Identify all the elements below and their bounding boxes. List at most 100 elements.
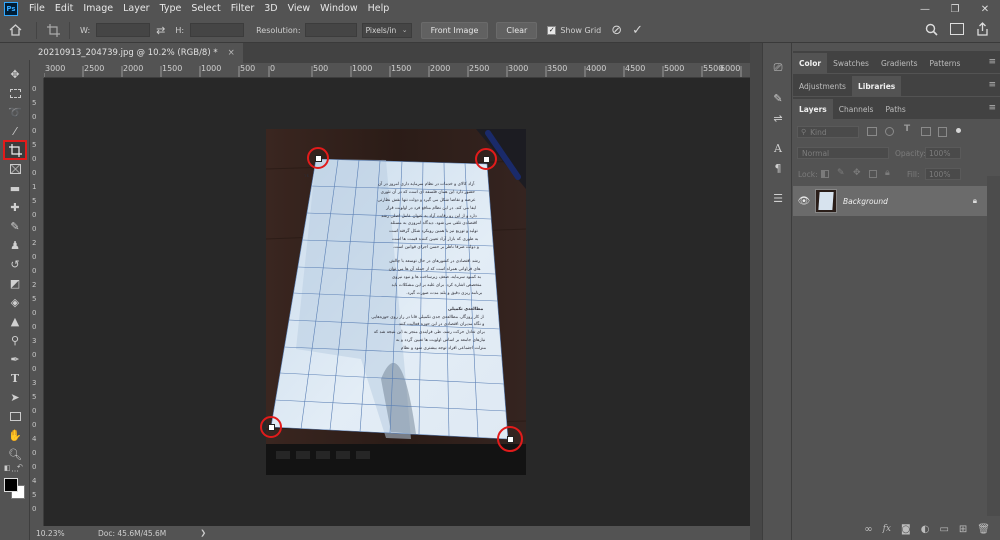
canvas-area[interactable]: ١٤ آزاد کالای و خدمات در نظام سرمایه دار… <box>44 78 750 526</box>
crop-handle-top-right[interactable] <box>475 148 497 170</box>
menu-window[interactable]: Window <box>315 0 362 18</box>
visibility-eye-icon[interactable]: 👁︎ <box>793 196 815 207</box>
filter-type-icon[interactable]: T <box>904 124 910 134</box>
adjustments-panel-icon[interactable]: ☰ <box>768 189 788 207</box>
filter-pixel-icon[interactable] <box>867 127 877 136</box>
healing-brush-tool-icon[interactable]: ✚ <box>5 198 25 216</box>
link-layers-icon[interactable]: ∞ <box>864 524 872 535</box>
menu-filter[interactable]: Filter <box>226 0 260 18</box>
menu-select[interactable]: Select <box>186 0 225 18</box>
move-tool-icon[interactable]: ✥ <box>5 65 25 83</box>
crop-handle-bottom-left[interactable] <box>260 416 282 438</box>
document-image[interactable]: ١٤ آزاد کالای و خدمات در نظام سرمایه دار… <box>265 129 527 475</box>
panel-menu-icon[interactable]: ≡ <box>988 80 996 90</box>
blur-tool-icon[interactable]: ▲ <box>5 312 25 330</box>
tab-adjustments[interactable]: Adjustments <box>793 76 852 96</box>
show-grid-checkbox[interactable]: ✓ <box>547 25 557 35</box>
close-tab-icon[interactable]: × <box>228 48 235 58</box>
filter-adjustment-icon[interactable] <box>885 127 894 136</box>
commit-icon[interactable]: ✓ <box>632 23 643 38</box>
paint-bucket-tool-icon[interactable]: ◈ <box>5 293 25 311</box>
blend-mode-select[interactable]: Normal <box>797 147 889 159</box>
lock-position-icon[interactable]: ✥ <box>853 168 861 178</box>
clone-stamp-tool-icon[interactable]: ♟ <box>5 236 25 254</box>
menu-edit[interactable]: Edit <box>50 0 78 18</box>
filter-smart-object-icon[interactable] <box>938 127 947 137</box>
quick-selection-tool-icon[interactable]: ⁄ <box>5 122 25 140</box>
layer-filter-select[interactable]: ⚲ Kind <box>797 126 859 138</box>
adjustment-layer-icon[interactable]: ◐ <box>921 524 930 535</box>
hand-tool-icon[interactable]: ✋ <box>5 426 25 444</box>
panel-menu-icon[interactable]: ≡ <box>988 57 996 67</box>
photoshop-logo[interactable]: Ps <box>4 2 18 16</box>
tab-swatches[interactable]: Swatches <box>827 53 875 73</box>
menu-help[interactable]: Help <box>363 0 395 18</box>
perspective-crop-tool-icon[interactable] <box>43 23 63 37</box>
perspective-crop-tool-icon[interactable] <box>3 140 27 160</box>
properties-panel-icon[interactable]: ⇌ <box>768 109 788 127</box>
share-icon[interactable] <box>976 22 989 39</box>
menu-type[interactable]: Type <box>155 0 187 18</box>
eraser-tool-icon[interactable]: ◩ <box>5 274 25 292</box>
crop-handle-bottom-right[interactable] <box>497 426 523 452</box>
zoom-level[interactable]: 10.23% <box>36 529 92 538</box>
lock-transparent-icon[interactable] <box>821 170 829 178</box>
layers-scrollbar[interactable] <box>987 176 1000 516</box>
units-select[interactable]: Pixels/in ⌄ <box>361 22 412 38</box>
eyedropper-tool-icon[interactable]: ▬ <box>5 179 25 197</box>
paragraph-panel-icon[interactable]: ¶ <box>768 159 788 177</box>
close-button[interactable]: ✕ <box>970 0 1000 18</box>
path-selection-tool-icon[interactable]: ➤ <box>5 388 25 406</box>
tab-patterns[interactable]: Patterns <box>924 53 967 73</box>
type-tool-icon[interactable]: T <box>5 369 25 387</box>
document-tab[interactable]: 20210913_204739.jpg @ 10.2% (RGB/8) * × <box>30 43 243 63</box>
layer-name[interactable]: Background <box>843 197 973 206</box>
frame-tool-icon[interactable] <box>5 160 25 178</box>
tab-color[interactable]: Color <box>793 53 828 73</box>
lock-artboard-icon[interactable] <box>869 170 877 178</box>
show-grid-label[interactable]: Show Grid <box>560 26 601 35</box>
layer-row[interactable]: 👁︎ Background 🔒︎ <box>793 186 987 216</box>
history-panel-icon[interactable]: ⎚ <box>768 59 788 77</box>
zoom-tool-icon[interactable]: 🔍︎ <box>5 445 25 463</box>
lasso-tool-icon[interactable]: ➰ <box>5 103 25 121</box>
new-group-icon[interactable]: ▭ <box>939 524 948 535</box>
restore-button[interactable]: ❐ <box>940 0 970 18</box>
tab-paths[interactable]: Paths <box>879 99 911 119</box>
brush-tool-icon[interactable]: ✎ <box>5 217 25 235</box>
workspace-icon[interactable] <box>950 23 964 35</box>
rectangle-tool-icon[interactable] <box>5 407 25 425</box>
brush-settings-icon[interactable]: ✎ <box>768 89 788 107</box>
swap-dimensions-icon[interactable]: ⇄ <box>156 24 165 37</box>
filter-shape-icon[interactable] <box>921 127 931 136</box>
tab-layers[interactable]: Layers <box>793 99 833 119</box>
resolution-input[interactable] <box>304 23 357 37</box>
add-mask-icon[interactable]: ◙ <box>901 524 911 535</box>
swap-colors-icon[interactable]: ↶ <box>17 463 23 471</box>
lock-all-icon[interactable]: 🔒︎ <box>885 168 890 178</box>
crop-handle-top-left[interactable] <box>307 147 329 169</box>
foreground-color-swatch[interactable] <box>4 478 18 492</box>
home-icon[interactable] <box>0 24 30 36</box>
menu-file[interactable]: File <box>24 0 50 18</box>
menu-layer[interactable]: Layer <box>118 0 155 18</box>
opacity-input[interactable]: 100% <box>925 147 961 159</box>
lock-pixels-icon[interactable]: ✎ <box>837 168 845 178</box>
menu-image[interactable]: Image <box>78 0 118 18</box>
fill-input[interactable]: 100% <box>925 168 961 180</box>
default-colors-icon[interactable]: ◧ <box>4 464 12 472</box>
filter-toggle-icon[interactable] <box>956 128 961 133</box>
marquee-tool-icon[interactable] <box>5 84 25 102</box>
status-menu-arrow[interactable]: ❯ <box>200 529 206 537</box>
search-icon[interactable] <box>925 23 938 39</box>
history-brush-tool-icon[interactable]: ↺ <box>5 255 25 273</box>
tab-gradients[interactable]: Gradients <box>875 53 924 73</box>
front-image-button[interactable]: Front Image <box>420 21 489 39</box>
height-input[interactable] <box>190 23 245 37</box>
dodge-tool-icon[interactable]: ⚲ <box>5 331 25 349</box>
new-layer-icon[interactable]: ⊞ <box>959 524 967 535</box>
tab-channels[interactable]: Channels <box>833 99 880 119</box>
character-panel-icon[interactable]: A <box>768 139 788 157</box>
cancel-icon[interactable]: ⊘ <box>611 23 622 38</box>
clear-button[interactable]: Clear <box>496 21 538 39</box>
